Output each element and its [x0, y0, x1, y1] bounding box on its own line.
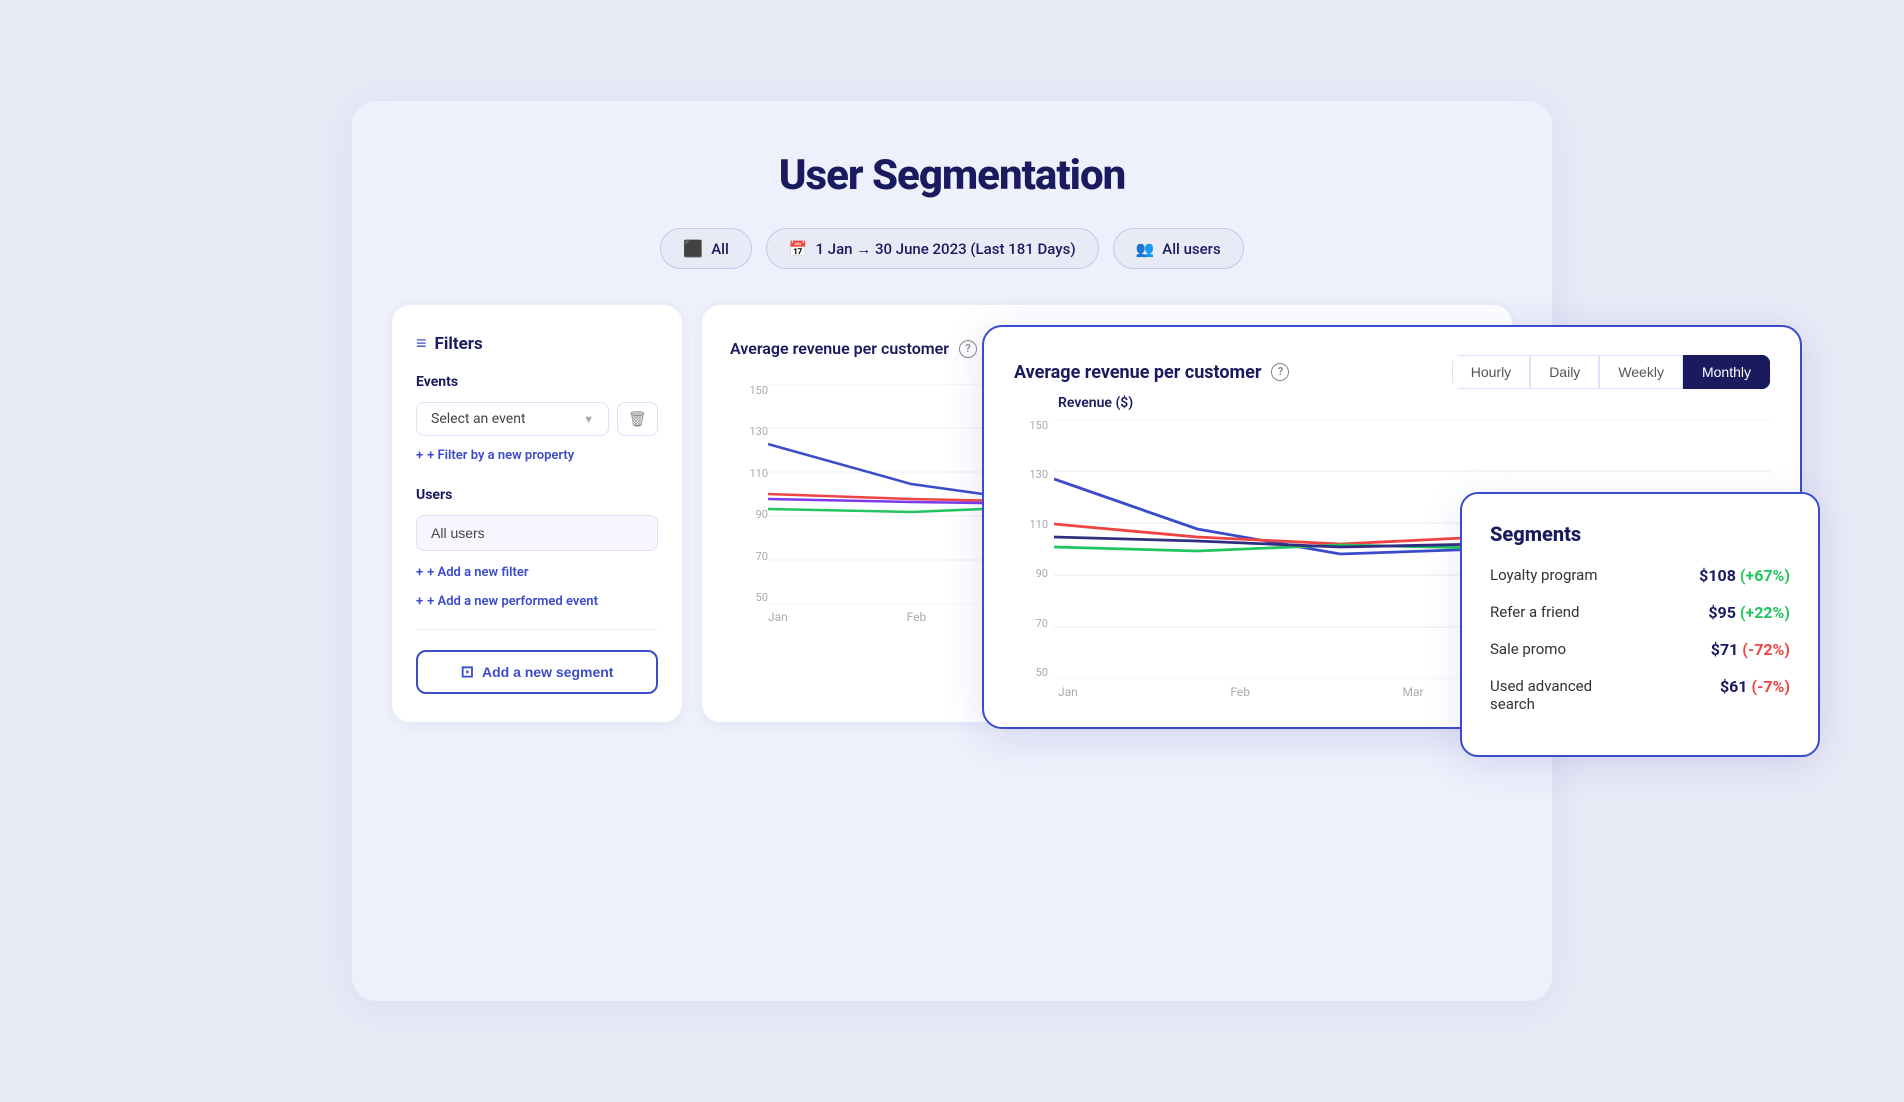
- bg-help-icon[interactable]: ?: [959, 340, 977, 358]
- users-section: Users + + Add a new filter + + Add a new…: [416, 487, 658, 609]
- top-filters-row: ⬛ All 📅 1 Jan → 30 June 2023 (Last 181 D…: [392, 228, 1512, 269]
- filters-header: ≡ Filters: [416, 333, 658, 354]
- filter-date[interactable]: 📅 1 Jan → 30 June 2023 (Last 181 Days): [766, 228, 1099, 269]
- add-filter-link[interactable]: + + Add a new filter: [416, 565, 658, 580]
- fg-tab-monthly[interactable]: Monthly: [1683, 355, 1770, 389]
- segment-icon: ⊡: [461, 662, 474, 682]
- filter-all[interactable]: ⬛ All: [660, 228, 752, 269]
- event-select-row: Select an event ▼ 🗑: [416, 402, 658, 436]
- main-container: User Segmentation ⬛ All 📅 1 Jan → 30 Jun…: [352, 101, 1552, 1001]
- fg-chart-header: Average revenue per customer ? Hourly Da…: [1014, 355, 1770, 389]
- chart-area-background: Average revenue per customer ? Hourly Da…: [702, 305, 1512, 722]
- content-area: ≡ Filters Events Select an event ▼ 🗑 + +: [392, 305, 1512, 722]
- users-icon: 👥: [1136, 240, 1155, 258]
- plus-icon-2: +: [416, 565, 423, 580]
- segment-row-2: Refer a friend $95 (+22%): [1490, 603, 1790, 622]
- segment-row-4: Used advanced search $61 (-7%): [1490, 677, 1790, 713]
- fg-chart-title: Average revenue per customer ?: [1014, 362, 1289, 383]
- calendar-icon: 📅: [789, 240, 808, 258]
- plus-icon: +: [416, 448, 423, 463]
- add-event-link[interactable]: + + Add a new performed event: [416, 594, 658, 609]
- delete-event-button[interactable]: 🗑: [617, 402, 658, 436]
- segments-popup: Segments Loyalty program $108 (+67%) Ref…: [1460, 492, 1820, 757]
- page-title: User Segmentation: [392, 151, 1512, 200]
- fg-help-icon[interactable]: ?: [1271, 363, 1289, 381]
- filter-users[interactable]: 👥 All users: [1113, 228, 1244, 269]
- bg-y-axis: 150 130 110 90 70 50: [730, 384, 768, 604]
- filter-icon: ≡: [416, 333, 427, 354]
- revenue-label: Revenue ($): [1058, 395, 1770, 411]
- segment-row-1: Loyalty program $108 (+67%): [1490, 566, 1790, 585]
- segments-title: Segments: [1490, 522, 1790, 546]
- segment-row-3: Sale promo $71 (-72%): [1490, 640, 1790, 659]
- plus-icon-3: +: [416, 594, 423, 609]
- sidebar: ≡ Filters Events Select an event ▼ 🗑 + +: [392, 305, 682, 722]
- events-section: Events Select an event ▼ 🗑 + + Filter by…: [416, 374, 658, 463]
- trash-icon: 🗑: [628, 411, 647, 428]
- sidebar-divider: [416, 629, 658, 630]
- chart-card-foreground: Average revenue per customer ? Hourly Da…: [982, 325, 1802, 729]
- add-segment-button[interactable]: ⊡ Add a new segment: [416, 650, 658, 694]
- monitor-icon: ⬛: [683, 239, 703, 258]
- users-input[interactable]: [416, 515, 658, 551]
- fg-tab-weekly[interactable]: Weekly: [1599, 355, 1683, 389]
- chevron-down-icon: ▼: [583, 413, 594, 426]
- event-select[interactable]: Select an event ▼: [416, 402, 609, 436]
- fg-y-axis: 150 130 110 90 70 50: [1014, 419, 1054, 679]
- fg-time-tabs: Hourly Daily Weekly Monthly: [1452, 355, 1770, 389]
- bg-chart-title: Average revenue per customer ?: [730, 339, 977, 358]
- add-property-link[interactable]: + + Filter by a new property: [416, 448, 658, 463]
- fg-tab-daily[interactable]: Daily: [1530, 355, 1599, 389]
- fg-tab-hourly[interactable]: Hourly: [1452, 355, 1530, 389]
